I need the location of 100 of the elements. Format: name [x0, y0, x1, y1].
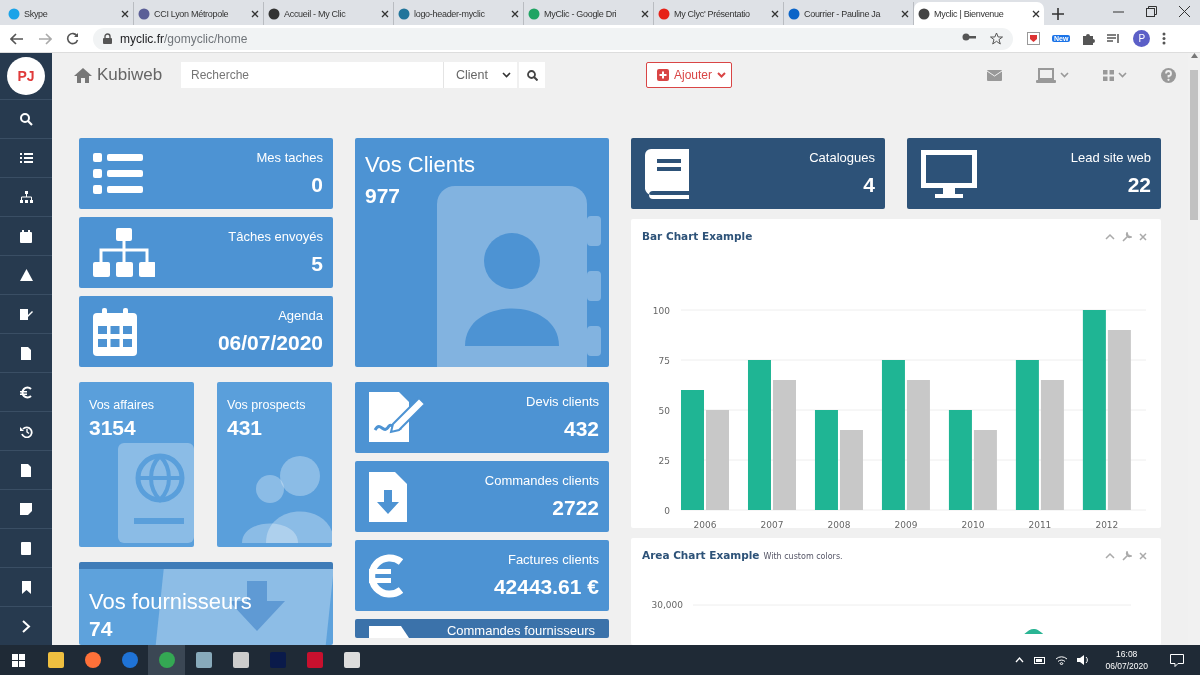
wifi-icon[interactable] [1056, 655, 1068, 665]
euro-icon [369, 553, 403, 598]
close-icon[interactable] [641, 9, 649, 18]
axis-tick-label: 100 [652, 306, 670, 316]
search-field[interactable]: Recherche [181, 62, 443, 88]
file-icon[interactable] [19, 463, 33, 477]
close-icon[interactable] [771, 9, 779, 18]
battery-icon[interactable] [1034, 656, 1047, 664]
menu-icon[interactable] [1162, 32, 1167, 45]
key-icon[interactable] [962, 32, 976, 42]
dashboard-tile[interactable]: Commandes clients 2722 [355, 461, 609, 532]
close-icon[interactable] [121, 9, 129, 18]
folder-icon[interactable] [47, 652, 64, 668]
browser-tab[interactable]: Myclic | Bienvenue [914, 2, 1044, 25]
card-title: Bar Chart Example [642, 230, 753, 242]
scope-dropdown[interactable]: Client [443, 62, 517, 88]
caret-icon [1118, 72, 1127, 78]
back-icon[interactable] [10, 32, 24, 45]
close-icon[interactable] [1032, 9, 1040, 18]
axis-tick-label: 75 [658, 356, 670, 366]
tile-value: 2722 [552, 496, 599, 520]
tab-favicon [918, 7, 930, 20]
dashboard-tile[interactable]: Devis clients 432 [355, 382, 609, 453]
search-icon[interactable] [19, 112, 33, 126]
sitemap-icon [93, 227, 155, 278]
home-icon [74, 67, 92, 83]
profile-avatar[interactable]: P [1133, 30, 1151, 47]
close-icon[interactable] [381, 9, 389, 18]
card-title: Area Chart Example [642, 549, 760, 561]
close-icon[interactable] [251, 9, 259, 18]
search-button[interactable] [519, 62, 545, 88]
notification-icon[interactable] [1170, 653, 1184, 667]
caret-icon [502, 72, 511, 78]
tab-favicon [528, 7, 540, 20]
globe-passport-icon [118, 443, 194, 543]
sitemap-icon[interactable] [19, 190, 33, 204]
tile-label: Lead site web [1070, 150, 1151, 165]
add-button[interactable]: Ajouter [646, 62, 733, 88]
edit-icon[interactable] [19, 307, 33, 321]
note-icon[interactable] [19, 502, 33, 516]
puzzle-icon[interactable] [1082, 32, 1096, 45]
dashboard-tile[interactable]: Vos affaires 3154 [79, 382, 194, 547]
bookmark-icon[interactable] [19, 580, 33, 594]
dashboard-tile[interactable]: Commandes fournisseurs [355, 619, 609, 638]
plus-square-icon [657, 69, 669, 81]
tile-value: 4 [863, 173, 875, 197]
tile-label: Mes taches [256, 150, 323, 165]
warning-icon[interactable] [19, 268, 33, 282]
lock-icon [103, 33, 112, 44]
dashboard-tile[interactable]: Factures clients 42443.61 € [355, 540, 609, 611]
axis-tick-label: 0 [664, 506, 670, 516]
speaker-icon[interactable] [1077, 655, 1090, 665]
dashboard-tile[interactable]: Catalogues 4 [631, 138, 885, 209]
address-bar[interactable]: myclic.fr/gomyclic/home [93, 27, 1013, 50]
caret-icon [1060, 72, 1069, 78]
reload-icon[interactable] [66, 32, 79, 45]
axis-tick-label: 2012 [1095, 520, 1119, 528]
tab-favicon [268, 7, 280, 20]
list-icon[interactable] [19, 151, 33, 165]
tile-label: Commandes fournisseurs [446, 623, 595, 638]
tab-favicon [398, 7, 410, 20]
tile-value: 74 [89, 617, 113, 641]
close-icon[interactable] [511, 9, 519, 18]
tile-value: 5 [311, 252, 323, 276]
dashboard-tile[interactable]: Tâches envoyés 5 [79, 217, 333, 288]
clock[interactable]: 16:08 06/07/2020 [1105, 648, 1148, 672]
brand-logo[interactable]: Kubiweb [74, 65, 181, 85]
dashboard-tile[interactable]: Vos prospects 431 [217, 382, 332, 547]
dashboard-tile[interactable]: Lead site web 22 [907, 138, 1161, 209]
dashboard-tile[interactable]: Mes taches 0 [79, 138, 333, 209]
url-path: /gomyclic/home [164, 31, 248, 46]
scrollbar-thumb[interactable] [1190, 70, 1198, 220]
tab-favicon [138, 7, 150, 20]
tile-value: 0 [311, 173, 323, 197]
tile-value: 22 [1127, 173, 1151, 197]
tab-favicon [788, 7, 800, 20]
windows-icon[interactable] [12, 653, 25, 667]
dashboard-tile[interactable]: Agenda 06/07/2020 [79, 296, 333, 367]
history-icon[interactable] [19, 424, 33, 438]
new-tab-icon[interactable] [1052, 8, 1064, 20]
dashboard-tile[interactable]: Vos Clients 977 [355, 138, 609, 367]
playlist-icon[interactable] [1107, 32, 1122, 45]
restore-icon[interactable] [1146, 6, 1157, 17]
user-avatar[interactable]: PJ [7, 57, 45, 95]
close-icon[interactable] [901, 9, 909, 18]
close-icon[interactable] [1179, 6, 1190, 17]
tile-value: 06/07/2020 [217, 331, 323, 355]
euro-icon[interactable] [19, 385, 33, 399]
dashboard-tile[interactable]: Vos fournisseurs 74 [79, 562, 333, 645]
tile-value: 3154 [89, 416, 136, 440]
calendar-icon[interactable] [19, 229, 33, 243]
tab-favicon [658, 7, 670, 20]
star-icon[interactable] [990, 32, 1003, 45]
caret-icon [717, 72, 727, 78]
axis-tick-label: 2007 [760, 520, 784, 528]
tile-value: 432 [563, 417, 599, 441]
tile-label: Vos affaires [89, 398, 155, 412]
tile-label: Factures clients [507, 552, 599, 567]
caret-up-icon[interactable] [1015, 657, 1025, 663]
file-icon[interactable] [19, 346, 33, 360]
